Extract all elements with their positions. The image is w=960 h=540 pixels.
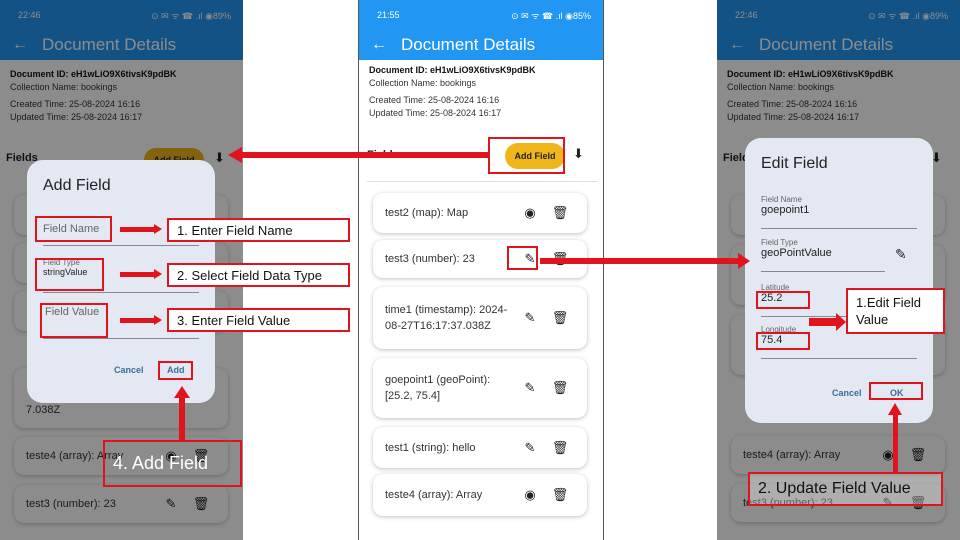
document-meta: Document ID: eH1wLiO9X6tivsK9pdBK Collec… <box>359 60 603 128</box>
trash-icon[interactable]: 🗑 <box>545 440 575 456</box>
arrow-step1 <box>120 227 156 232</box>
highlight-latitude <box>756 291 810 309</box>
field-type-label: Field Type <box>761 238 798 247</box>
status-icons: ⊙ ✉ ᯤ ☎ .ıl ◉85% <box>511 10 591 21</box>
arrowhead-icon <box>174 386 190 398</box>
field-text: test2 (map): Map <box>385 207 469 219</box>
page-title: Document Details <box>401 35 536 54</box>
pencil-icon[interactable]: ✎ <box>515 380 545 396</box>
field-text: test3 (number): 23 <box>385 253 475 265</box>
annotation-step2: 2. Select Field Data Type <box>167 263 350 287</box>
annotation-edit1: 1.Edit Field Value <box>846 288 945 334</box>
created-time: Created Time: 25-08-2024 16:16 <box>369 95 500 105</box>
arrow-to-add-field <box>240 152 488 158</box>
field-name-input[interactable]: Field Name goepoint1 <box>761 195 917 229</box>
cancel-button[interactable]: Cancel <box>114 365 144 375</box>
field-name-value: goepoint1 <box>761 204 810 216</box>
highlight-ok-button <box>869 382 923 400</box>
field-card[interactable]: goepoint1 (geoPoint): [25.2, 75.4] ✎ 🗑 <box>373 358 587 418</box>
arrowhead-icon <box>738 253 750 269</box>
dialog-title: Add Field <box>43 177 111 194</box>
pencil-icon[interactable]: ✎ <box>515 310 545 326</box>
field-text: teste4 (array): Array <box>385 489 483 501</box>
highlight-field-name <box>35 216 112 242</box>
phone-document-details: 21:55 ⊙ ✉ ᯤ ☎ .ıl ◉85% ← Document Details … <box>358 0 604 540</box>
field-text: test1 (string): hello <box>385 441 476 454</box>
app-bar: ← Document Details <box>359 30 603 60</box>
highlight-field-type <box>35 258 104 291</box>
annotation-step4: 4. Add Field <box>103 440 242 487</box>
trash-icon[interactable]: 🗑 <box>545 205 575 221</box>
arrowhead-icon <box>154 269 162 279</box>
arrow-step4 <box>179 395 185 441</box>
arrow-to-edit <box>540 258 740 264</box>
phone-edit-field: 22:46 ⊙ ✉ ᯤ ☎ .ıl ◉89% ← Document Details … <box>717 0 960 540</box>
arrowhead-icon <box>154 315 162 325</box>
field-card[interactable]: time1 (timestamp): 2024-08-27T16:17:37.0… <box>373 287 587 349</box>
arrow-step2 <box>120 272 156 277</box>
trash-icon[interactable]: 🗑 <box>545 310 575 326</box>
arrowhead-icon <box>228 147 242 163</box>
eye-icon[interactable]: ◉ <box>515 487 545 503</box>
field-card[interactable]: teste4 (array): Array ◉ 🗑 <box>373 474 587 516</box>
arrow-edit1 <box>809 318 837 326</box>
field-name-label: Field Name <box>761 195 802 204</box>
field-type-value: geoPointValue <box>761 247 832 259</box>
trash-icon[interactable]: 🗑 <box>545 487 575 503</box>
divider <box>367 181 597 182</box>
arrow-step3 <box>120 318 156 323</box>
arrow-edit2 <box>893 412 898 472</box>
updated-time: Updated Time: 25-08-2024 16:17 <box>369 108 502 118</box>
pencil-icon[interactable]: ✎ <box>895 246 907 263</box>
trash-icon[interactable]: 🗑 <box>545 380 575 396</box>
field-card[interactable]: test2 (map): Map ◉ 🗑 <box>373 193 587 233</box>
field-card[interactable]: test1 (string): hello ✎ 🗑 <box>373 427 587 468</box>
arrowhead-icon <box>836 313 846 331</box>
annotation-step1: 1. Enter Field Name <box>167 218 350 242</box>
field-type-select[interactable]: Field Type geoPointValue <box>761 238 885 272</box>
status-time: 21:55 <box>377 10 400 20</box>
cancel-button[interactable]: Cancel <box>832 388 862 398</box>
eye-icon[interactable]: ◉ <box>515 205 545 221</box>
download-icon[interactable]: ⬇ <box>573 146 584 162</box>
highlight-add-button <box>158 361 193 380</box>
annotation-step3: 3. Enter Field Value <box>167 308 350 332</box>
highlight-edit-icon <box>507 246 538 270</box>
field-text: time1 (timestamp): 2024-08-27T16:17:37.0… <box>385 304 508 332</box>
highlight-add-field-button <box>488 137 565 174</box>
dialog-title: Edit Field <box>761 155 828 172</box>
document-id: Document ID: eH1wLiO9X6tivsK9pdBK <box>369 65 536 75</box>
status-bar: 21:55 ⊙ ✉ ᯤ ☎ .ıl ◉85% <box>359 0 603 30</box>
collection-name: Collection Name: bookings <box>369 78 477 88</box>
highlight-field-value <box>40 303 108 338</box>
pencil-icon[interactable]: ✎ <box>515 440 545 456</box>
field-text: goepoint1 (geoPoint): [25.2, 75.4] <box>385 374 491 402</box>
annotation-edit2: 2. Update Field Value <box>748 472 943 506</box>
arrowhead-icon <box>888 403 902 415</box>
back-arrow-icon[interactable]: ← <box>371 36 401 54</box>
highlight-longitude <box>756 332 810 350</box>
edit-field-dialog: Edit Field Field Name goepoint1 Field Typ… <box>745 138 933 423</box>
arrowhead-icon <box>154 224 162 234</box>
